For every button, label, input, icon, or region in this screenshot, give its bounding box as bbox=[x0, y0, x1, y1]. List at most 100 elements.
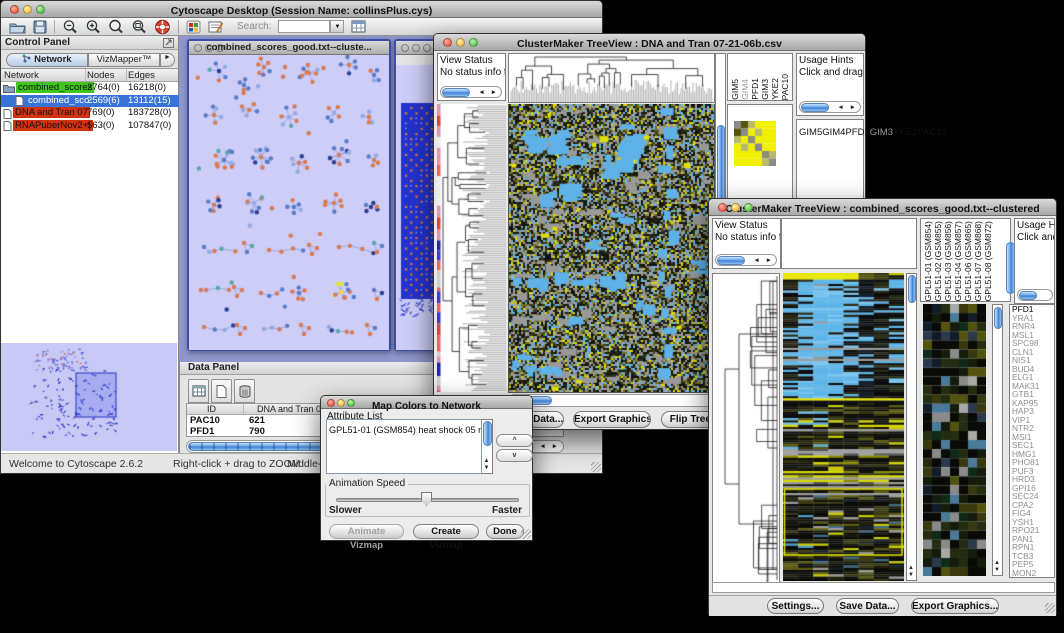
vizmap-icon[interactable] bbox=[186, 20, 201, 34]
tv2-usage-scrollbar[interactable] bbox=[1017, 289, 1053, 301]
column-label: PAC10 bbox=[780, 74, 790, 100]
network-file-icon bbox=[3, 121, 12, 131]
open-folder-icon[interactable] bbox=[9, 20, 26, 34]
attribute-list[interactable]: GPL51-01 (GSM854) heat shock 05 minGPL51… bbox=[326, 419, 493, 474]
tv1-status-scrollbar[interactable]: ◄ ► bbox=[440, 86, 502, 98]
tv2-gene-labels: PFD1YRA1RNR4MSL1SPC98CLN1NIS1BUD4ELG1MAK… bbox=[1009, 304, 1055, 578]
close-button[interactable] bbox=[10, 5, 19, 14]
tv2-view-status-pane: View Status No status info f ◄ ► bbox=[712, 218, 781, 269]
attribute-item: GPL51-01 (GSM854) heat shock 05 min bbox=[327, 425, 493, 435]
tv2-title-bar[interactable]: ClusterMaker TreeView : combined_scores_… bbox=[709, 199, 1056, 216]
animate-vizmap-button[interactable]: Animate Vizmap bbox=[329, 524, 404, 539]
search-input[interactable] bbox=[278, 20, 330, 33]
status-welcome: Welcome to Cytoscape 2.6.2 bbox=[9, 458, 143, 470]
close-button[interactable] bbox=[443, 38, 452, 47]
row-label: GIM4 bbox=[822, 127, 845, 138]
zoom-button[interactable] bbox=[36, 5, 45, 14]
zoom-out-icon[interactable] bbox=[62, 19, 78, 34]
zoom-button[interactable] bbox=[347, 399, 355, 407]
slower-label: Slower bbox=[329, 505, 362, 516]
zoom-button[interactable] bbox=[216, 44, 224, 52]
close-button[interactable] bbox=[718, 203, 727, 212]
minimize-button[interactable] bbox=[23, 5, 32, 14]
tv1-heatmap[interactable] bbox=[508, 104, 715, 393]
attribute-list-scrollbar[interactable]: ▲▼ bbox=[481, 419, 493, 474]
network-row[interactable]: RNAPuberNov2+| 563(0) 107847(0) bbox=[1, 120, 179, 133]
network-row[interactable]: combined_scores 2764(0) 16218(0) bbox=[1, 82, 179, 95]
main-title-bar[interactable]: Cytoscape Desktop (Session Name: collins… bbox=[1, 1, 602, 18]
tv2-vscrollbar[interactable]: ▲▼ bbox=[906, 273, 917, 581]
tv1-title-bar[interactable]: ClusterMaker TreeView : DNA and Tran 07-… bbox=[434, 34, 865, 51]
data-panel-title: Data Panel bbox=[188, 362, 239, 373]
move-up-button[interactable]: ^ bbox=[496, 434, 533, 447]
column-label: GIM3 bbox=[760, 79, 770, 100]
resize-grip[interactable] bbox=[591, 462, 601, 472]
close-button[interactable] bbox=[401, 44, 409, 52]
tv2-column-dendrogram-pane bbox=[781, 218, 917, 269]
network-row[interactable]: DNA and Tran 07 769(0) 183728(0) bbox=[1, 107, 179, 120]
tv1-usage-scrollbar[interactable]: ◄ ► bbox=[799, 101, 861, 113]
resize-grip[interactable] bbox=[1045, 603, 1055, 613]
tab-overflow[interactable]: ► bbox=[160, 53, 175, 67]
tv2-export-graphics-button[interactable]: Export Graphics... bbox=[911, 598, 999, 614]
save-icon[interactable] bbox=[33, 20, 47, 34]
column-label: GPL51-02 (GSM855) bbox=[933, 221, 943, 301]
search-dropdown[interactable]: ▼ bbox=[330, 20, 344, 33]
column-label: GPL51-04 (GSM857) bbox=[953, 221, 963, 301]
dialog-title: Map Colors to Network bbox=[372, 401, 481, 412]
search-label: Search: bbox=[237, 21, 271, 32]
close-button[interactable] bbox=[194, 44, 202, 52]
minimize-button[interactable] bbox=[205, 44, 213, 52]
create-vizmap-button[interactable]: Create Vizmap bbox=[413, 524, 479, 539]
tv1-row-dendrogram[interactable] bbox=[437, 104, 506, 392]
annotation-icon[interactable] bbox=[208, 20, 224, 34]
done-button[interactable]: Done bbox=[486, 524, 524, 539]
tv2-settings-button[interactable]: Settings... bbox=[767, 598, 824, 614]
zoom-fit-icon[interactable] bbox=[131, 19, 147, 34]
tab-vizmapper[interactable]: VizMapper™ bbox=[88, 53, 160, 67]
zoom-button[interactable] bbox=[744, 203, 753, 212]
new-attribute-button[interactable] bbox=[211, 379, 232, 403]
close-button[interactable] bbox=[327, 399, 335, 407]
tv2-row-dendrogram[interactable] bbox=[712, 273, 780, 583]
tv1-column-dendrogram[interactable] bbox=[508, 53, 715, 103]
minimize-button[interactable] bbox=[412, 44, 420, 52]
tab-network[interactable]: Network bbox=[6, 53, 88, 67]
column-label: GPL51-01 (GSM854) bbox=[923, 221, 933, 301]
tv2-status-scrollbar[interactable]: ◄ ► bbox=[715, 254, 777, 266]
zoom-actual-icon[interactable] bbox=[108, 19, 124, 34]
minimize-button[interactable] bbox=[456, 38, 465, 47]
float-panel-icon[interactable] bbox=[163, 38, 174, 48]
attribute-select-button[interactable] bbox=[188, 379, 209, 403]
tv2-save-data-button[interactable]: Save Data... bbox=[836, 598, 899, 614]
network-view-title-bar[interactable]: combined_scores_good.txt--cluste... bbox=[189, 41, 389, 55]
zoom-button[interactable] bbox=[423, 44, 431, 52]
network-file-icon bbox=[3, 109, 12, 119]
minimize-button[interactable] bbox=[731, 203, 740, 212]
tv1-export-graphics-button[interactable]: Export Graphics... bbox=[573, 411, 651, 428]
tv2-column-labels: GPL51-01 (GSM854)GPL51-02 (GSM855)GPL51-… bbox=[920, 218, 1011, 302]
network-canvas[interactable] bbox=[189, 55, 389, 350]
dialog-title-bar[interactable]: Map Colors to Network bbox=[321, 396, 532, 409]
tv2-mini-vscrollbar[interactable]: ▲▼ bbox=[992, 304, 1003, 576]
delete-attribute-button[interactable] bbox=[234, 379, 255, 403]
birdseye-view[interactable] bbox=[1, 343, 177, 451]
treeview2-window: ClusterMaker TreeView : combined_scores_… bbox=[708, 198, 1057, 615]
resize-grip[interactable] bbox=[521, 529, 531, 539]
tv2-mini-heatmap[interactable] bbox=[923, 304, 986, 576]
column-label: GPL51-08 (GSM872) bbox=[983, 221, 993, 301]
minimize-button[interactable] bbox=[337, 399, 345, 407]
zoom-in-icon[interactable] bbox=[85, 19, 101, 34]
help-lifering-icon[interactable] bbox=[154, 19, 171, 35]
table-import-icon[interactable] bbox=[351, 20, 367, 34]
tv2-heatmap[interactable] bbox=[783, 273, 904, 581]
tv1-mini-heatmap[interactable] bbox=[734, 121, 776, 166]
network-row-selected[interactable]: combined_sco 2569(6) 13112(15) bbox=[1, 95, 179, 108]
move-down-button[interactable]: v bbox=[496, 449, 533, 462]
tv2-hscroll-strip[interactable] bbox=[712, 582, 1055, 593]
row-label: YKE2 bbox=[893, 127, 917, 138]
zoom-button[interactable] bbox=[469, 38, 478, 47]
column-label: GPL51-03 (GSM856) bbox=[943, 221, 953, 301]
network-view-title: combined_scores_good.txt--cluste... bbox=[206, 42, 371, 53]
column-label: GPL51-07 (GSM868) bbox=[973, 221, 983, 301]
